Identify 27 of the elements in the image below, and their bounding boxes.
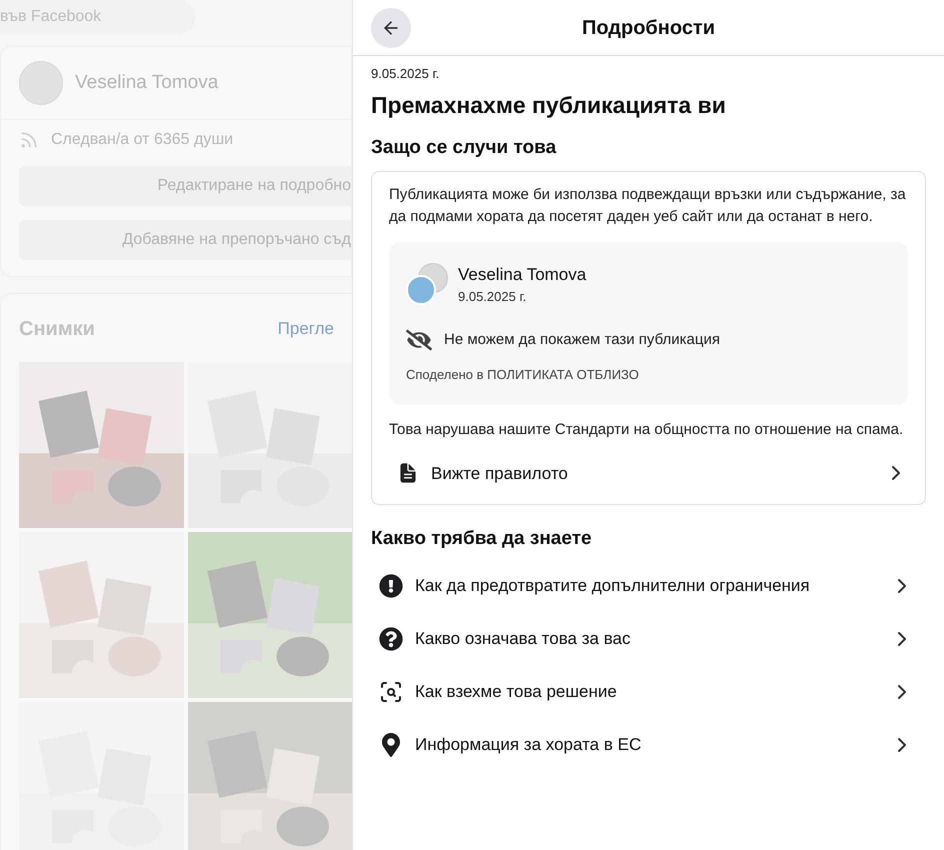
shared-in-text: Споделено в ПОЛИТИКАТА ОТБЛИЗО <box>406 366 640 384</box>
post-author: Veselina Tomova <box>458 264 586 286</box>
info-list-item[interactable]: Как да предотвратите допълнителни ограничения <box>371 560 926 612</box>
violation-text: Това нарушава нашите Стандарти на общността по отношение на спама. <box>389 420 904 440</box>
location-pin-icon <box>379 733 403 757</box>
question-icon <box>379 627 403 651</box>
hidden-eye-icon <box>406 328 432 351</box>
scan-search-icon <box>379 680 403 704</box>
exclamation-icon <box>379 574 403 598</box>
avatar <box>19 61 63 105</box>
info-list-item[interactable]: Информация за хората в ЕС <box>371 718 926 772</box>
feed-icon <box>19 130 39 150</box>
back-button[interactable] <box>371 8 411 48</box>
removal-heading: Премахнахме публикацията ви <box>371 90 727 120</box>
info-list-item[interactable]: Как взехме това решение <box>371 666 926 718</box>
profile-name: Veselina Tomova <box>75 70 218 95</box>
info-list-item[interactable]: Какво означава това за вас <box>371 612 926 666</box>
reason-text: Публикацията може би използва подвеждащи връзки или съдържание, за да подмами хората да посетят даден уеб сайт или да останат в него. <box>389 184 907 226</box>
see-rule-link[interactable]: Вижте правилото <box>389 454 908 492</box>
post-date: 9.05.2025 г. <box>458 288 528 306</box>
section-heading: Защо се случи това <box>371 136 558 160</box>
decision-date: 9.05.2025 г. <box>371 65 440 83</box>
panel-title: Подробности <box>582 16 716 40</box>
followers-count: Следван/а от 6365 души <box>51 130 234 150</box>
hidden-post-notice: Не можем да покажем тази публикация <box>444 330 720 350</box>
group-avatar <box>406 275 436 305</box>
section-heading: Какво трябва да знаете <box>371 527 593 551</box>
